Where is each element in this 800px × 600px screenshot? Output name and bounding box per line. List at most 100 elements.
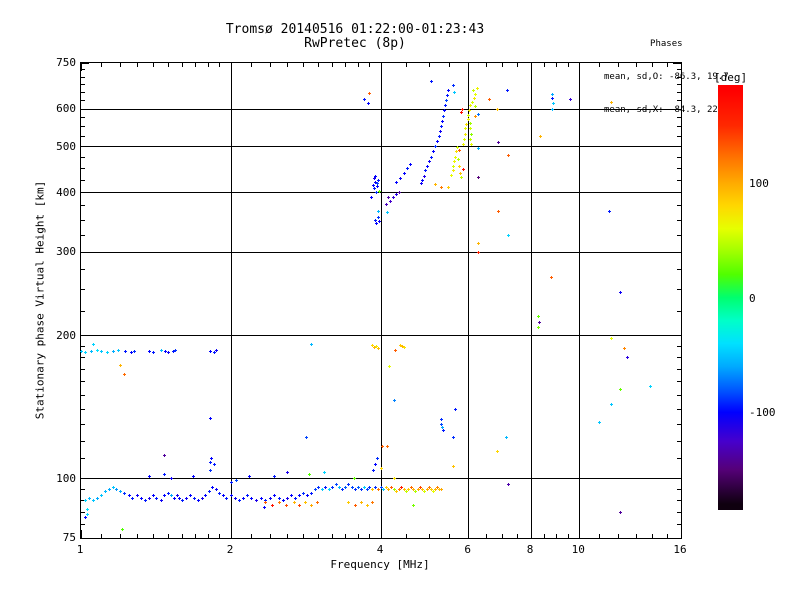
x-axis-tick <box>502 534 503 538</box>
data-point <box>426 165 429 168</box>
data-point <box>432 150 435 153</box>
data-point <box>452 165 455 168</box>
y-axis-tick <box>81 269 85 270</box>
y-axis-tick <box>81 220 85 221</box>
x-axis-tick <box>303 534 304 538</box>
data-point <box>121 528 124 531</box>
data-point <box>305 436 308 439</box>
y-axis-tick <box>677 77 681 78</box>
x-axis-tick <box>618 534 619 538</box>
horizontal-gridline <box>81 109 681 110</box>
data-point <box>452 465 455 468</box>
data-point <box>278 497 281 500</box>
data-point <box>376 185 379 188</box>
y-axis-tick <box>81 424 85 425</box>
data-point <box>230 494 233 497</box>
x-axis-tick <box>429 63 430 67</box>
data-point <box>96 349 99 352</box>
data-point <box>505 436 508 439</box>
y-axis-tick <box>673 146 681 147</box>
x-axis-tick <box>137 63 138 67</box>
data-point <box>386 445 389 448</box>
data-point <box>208 490 211 493</box>
colorbar-tick-label: 0 <box>749 291 756 305</box>
data-point <box>551 108 554 111</box>
data-point <box>278 501 281 504</box>
ionogram-screen: Tromsø 20140516 01:22:00-01:23:43 RwPret… <box>0 0 800 600</box>
data-point <box>465 123 468 126</box>
data-point <box>238 499 241 502</box>
data-point <box>248 475 251 478</box>
data-point <box>380 467 383 470</box>
x-axis-tick <box>101 534 102 538</box>
data-point <box>374 463 377 466</box>
data-point <box>452 436 455 439</box>
x-axis-tick <box>667 63 668 67</box>
data-point <box>360 501 363 504</box>
y-axis-tick <box>677 512 681 513</box>
data-point <box>100 350 103 353</box>
data-point <box>610 403 613 406</box>
data-point <box>467 118 470 121</box>
data-point <box>115 488 118 491</box>
y-axis-tick <box>677 369 681 370</box>
data-point <box>434 183 437 186</box>
y-axis-tick <box>677 409 681 410</box>
y-tick-label: 200 <box>56 328 76 342</box>
x-axis-tick <box>531 530 532 538</box>
data-point <box>294 497 297 500</box>
data-point <box>255 499 258 502</box>
x-axis-tick <box>369 63 370 67</box>
data-point <box>250 497 253 500</box>
data-point <box>131 497 134 500</box>
data-point <box>353 477 356 480</box>
data-point <box>209 417 212 420</box>
y-tick-label: 500 <box>56 139 76 153</box>
x-axis-tick <box>568 534 569 538</box>
data-point <box>434 145 437 148</box>
x-axis-tick <box>318 534 319 538</box>
data-point <box>117 349 120 352</box>
data-point <box>225 497 228 500</box>
x-axis-tick <box>636 534 637 538</box>
y-axis-tick <box>81 84 85 85</box>
x-axis-tick <box>182 534 183 538</box>
y-axis-tick <box>677 84 681 85</box>
data-point <box>263 506 266 509</box>
y-axis-tick <box>677 489 681 490</box>
y-axis-tick <box>677 395 681 396</box>
data-point <box>100 494 103 497</box>
y-axis-tick <box>81 100 85 101</box>
plot-area <box>80 62 682 539</box>
y-axis-tick <box>81 63 89 64</box>
data-point <box>106 351 109 354</box>
data-point <box>463 138 466 141</box>
x-axis-tick <box>251 63 252 67</box>
data-point <box>440 125 443 128</box>
x-axis-tick <box>195 63 196 67</box>
data-point <box>608 210 611 213</box>
y-tick-label: 750 <box>56 56 76 69</box>
y-axis-tick <box>677 69 681 70</box>
x-axis-tick <box>231 530 232 538</box>
data-point <box>497 210 500 213</box>
x-axis-tick <box>153 63 154 67</box>
data-point <box>160 499 163 502</box>
data-point <box>84 499 87 502</box>
data-point <box>148 350 151 353</box>
y-tick-label: 600 <box>56 102 76 116</box>
data-point <box>389 200 392 203</box>
data-point <box>308 473 311 476</box>
data-point <box>428 160 431 163</box>
x-axis-tick <box>652 534 653 538</box>
y-axis-tick <box>677 136 681 137</box>
data-point <box>424 169 427 172</box>
x-axis-tick <box>502 63 503 67</box>
x-axis-tick <box>517 534 518 538</box>
data-point <box>392 196 395 199</box>
data-point <box>452 84 455 87</box>
y-axis-tick <box>81 205 85 206</box>
x-tick-label: 6 <box>464 543 472 556</box>
data-point <box>167 351 170 354</box>
data-point <box>454 408 457 411</box>
